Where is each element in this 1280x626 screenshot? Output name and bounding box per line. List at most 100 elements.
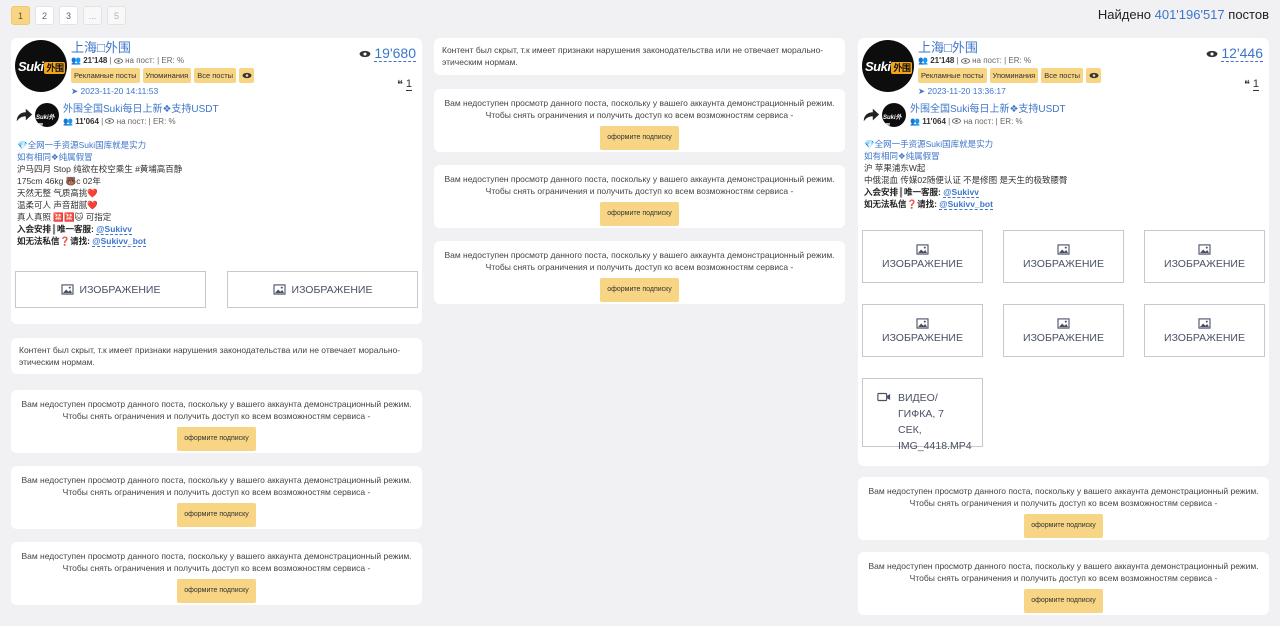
contact-label: 入会安排║唯一客服: [864,187,941,197]
forward-channel-title[interactable]: 外围全国Suki每日上新❖支持USDT [910,104,1066,116]
image-attachment[interactable]: ИЗОБРАЖЕНИЕ [15,271,206,308]
media-row: ИЗОБРАЖЕНИЕ ИЗОБРАЖЕНИЕ [15,271,418,308]
image-label: ИЗОБРАЖЕНИЕ [1023,257,1104,270]
quotes-number[interactable]: 1 [405,78,412,91]
eye-icon [960,58,970,64]
contact-label: 如无法私信❓请找: [17,236,90,246]
post-line: 如有相同❖纯属假冒 [17,152,93,162]
image-label: ИЗОБРАЖЕНИЕ [1164,257,1245,270]
subscribe-button[interactable]: оформите подписку [177,427,256,451]
hidden-content-text: Контент был скрыт, т.к имеет признаки на… [442,45,824,67]
post-header: Suki 外围 上海□外围 👥 21'148 | на пост: | ER: %… [862,40,1265,96]
view-eye-button[interactable] [1086,68,1102,83]
image-attachment[interactable]: ИЗОБРАЖЕНИЕ [862,304,983,357]
quotes-number[interactable]: 1 [1252,78,1259,91]
post-line: 沪 苹果浦东W起 [864,163,926,173]
feed-column-3: Suki 外围 上海□外围 👥 21'148 | на пост: | ER: %… [858,38,1269,626]
eye-icon [105,118,115,125]
ads-posts-button[interactable]: Рекламные посты [71,68,140,83]
demo-locked-card: Вам недоступен просмотр данного поста, п… [434,241,845,304]
mentions-button[interactable]: Упоминания [989,68,1039,83]
contact-link[interactable]: @Sukivv [96,224,132,235]
demo-locked-card: Вам недоступен просмотр данного поста, п… [858,477,1269,540]
all-posts-button[interactable]: Все посты [1041,68,1084,83]
demo-text-line2: Чтобы снять ограничения и получить досту… [485,262,794,272]
demo-locked-card: Вам недоступен просмотр данного поста, п… [11,542,422,605]
image-label: ИЗОБРАЖЕНИЕ [882,257,963,270]
views-counter: 19'680 [359,45,416,62]
forward-channel-avatar[interactable]: Suki外围 [882,103,906,127]
demo-text-line2: Чтобы снять ограничения и получить досту… [909,498,1218,508]
subscribe-button[interactable]: оформите подписку [177,503,256,527]
forward-meta-rest: на пост: | ER: % [963,116,1023,126]
page-2-button[interactable]: 2 [35,6,54,25]
video-attachment[interactable]: ВИДЕО/ ГИФКА, 7 СЕК, IMG_4418.MP4 [862,378,983,452]
image-attachment[interactable]: ИЗОБРАЖЕНИЕ [1144,230,1265,283]
contact-line: 入会安排║唯一客服: @Sukivv [864,186,1265,198]
subscribe-button[interactable]: оформите подписку [1024,514,1103,538]
channel-avatar[interactable]: Suki 外围 [862,40,914,92]
contact-label: 如无法私信❓请找: [864,199,937,209]
subscribe-button[interactable]: оформите подписку [1024,589,1103,613]
post-tags: Рекламные посты Упоминания Все посты [918,68,1265,83]
demo-text-line2: Чтобы снять ограничения и получить досту… [62,487,371,497]
demo-text-line1: Вам недоступен просмотр данного поста, п… [21,399,412,409]
image-attachment[interactable]: ИЗОБРАЖЕНИЕ [227,271,418,308]
demo-locked-card: Вам недоступен просмотр данного поста, п… [11,466,422,529]
feed-column-1: Suki 外围 上海□外围 👥 21'148 | на пост: | ER: %… [11,38,422,621]
forward-channel-meta: 👥 11'064 | на пост: | ER: % [63,116,176,126]
demo-locked-card: Вам недоступен просмотр данного поста, п… [434,165,845,228]
subscribe-button[interactable]: оформите подписку [177,579,256,603]
users-icon: 👥 [910,116,920,126]
post-line: 如有相同❖纯属假冒 [864,151,940,161]
subscribe-button[interactable]: оформите подписку [600,202,679,226]
demo-text-line2: Чтобы снять ограничения и получить досту… [485,110,794,120]
page-1-button[interactable]: 1 [11,6,30,25]
video-camera-icon [877,392,891,402]
suki-logo-icon: Suki外围 [865,59,913,74]
image-label: ИЗОБРАЖЕНИЕ [79,283,161,296]
demo-locked-card: Вам недоступен просмотр данного поста, п… [434,89,845,152]
post-date[interactable]: ➤ 2023-11-20 13:36:17 [918,86,1265,97]
image-attachment[interactable]: ИЗОБРАЖЕНИЕ [1003,304,1124,357]
subscribe-button[interactable]: оформите подписку [600,126,679,150]
demo-text-line1: Вам недоступен просмотр данного поста, п… [444,250,835,260]
image-attachment[interactable]: ИЗОБРАЖЕНИЕ [1144,304,1265,357]
suki-logo-icon: Suki外围 [883,115,902,127]
send-icon: ➤ [918,86,926,96]
post-date-text: 2023-11-20 14:11:53 [80,86,159,96]
subscribe-button[interactable]: оформите подписку [600,278,679,302]
all-posts-button[interactable]: Все посты [194,68,237,83]
forward-channel-title[interactable]: 外围全国Suki每日上新❖支持USDT [63,104,219,116]
page-5-button[interactable]: 5 [107,6,126,25]
post-date[interactable]: ➤ 2023-11-20 14:11:53 [71,86,418,97]
eye-icon [359,50,371,57]
post-line: 真人真照 🈲🈲🐱 可指定 [17,212,112,222]
views-number[interactable]: 19'680 [374,45,416,62]
suki-logo-icon: Suki外围 [36,115,55,127]
contact-link[interactable]: @Sukivv [943,187,979,198]
post-date-text: 2023-11-20 13:36:17 [927,86,1006,96]
meta-rest: на пост: | ER: % [972,56,1032,65]
hidden-content-card: Контент был скрыт, т.к имеет признаки на… [11,338,422,374]
ads-posts-button[interactable]: Рекламные посты [918,68,987,83]
media-grid: ИЗОБРАЖЕНИЕ ИЗОБРАЖЕНИЕ ИЗОБРАЖЕНИЕ ИЗОБ… [862,230,1265,452]
forward-channel-avatar[interactable]: Suki外围 [35,103,59,127]
channel-avatar[interactable]: Suki 外围 [15,40,67,92]
forward-subscriber-count: 11'064 [75,116,99,126]
image-label: ИЗОБРАЖЕНИЕ [1023,331,1104,344]
eye-icon [1089,72,1099,79]
image-attachment[interactable]: ИЗОБРАЖЕНИЕ [1003,230,1124,283]
demo-text-line2: Чтобы снять ограничения и получить досту… [62,411,371,421]
users-icon: 👥 [63,116,73,126]
results-count: Найдено 401'196'517 постов [1098,7,1269,22]
views-number[interactable]: 12'446 [1221,45,1263,62]
view-eye-button[interactable] [239,68,255,83]
forwarded-from: Suki外围 外围全国Suki每日上新❖支持USDT 👥 11'064 | на… [15,102,418,128]
mentions-button[interactable]: Упоминания [142,68,192,83]
page-ellipsis: ... [83,6,102,25]
contact-bot-link[interactable]: @Sukivv_bot [92,236,146,247]
contact-bot-link[interactable]: @Sukivv_bot [939,199,993,210]
page-3-button[interactable]: 3 [59,6,78,25]
image-attachment[interactable]: ИЗОБРАЖЕНИЕ [862,230,983,283]
